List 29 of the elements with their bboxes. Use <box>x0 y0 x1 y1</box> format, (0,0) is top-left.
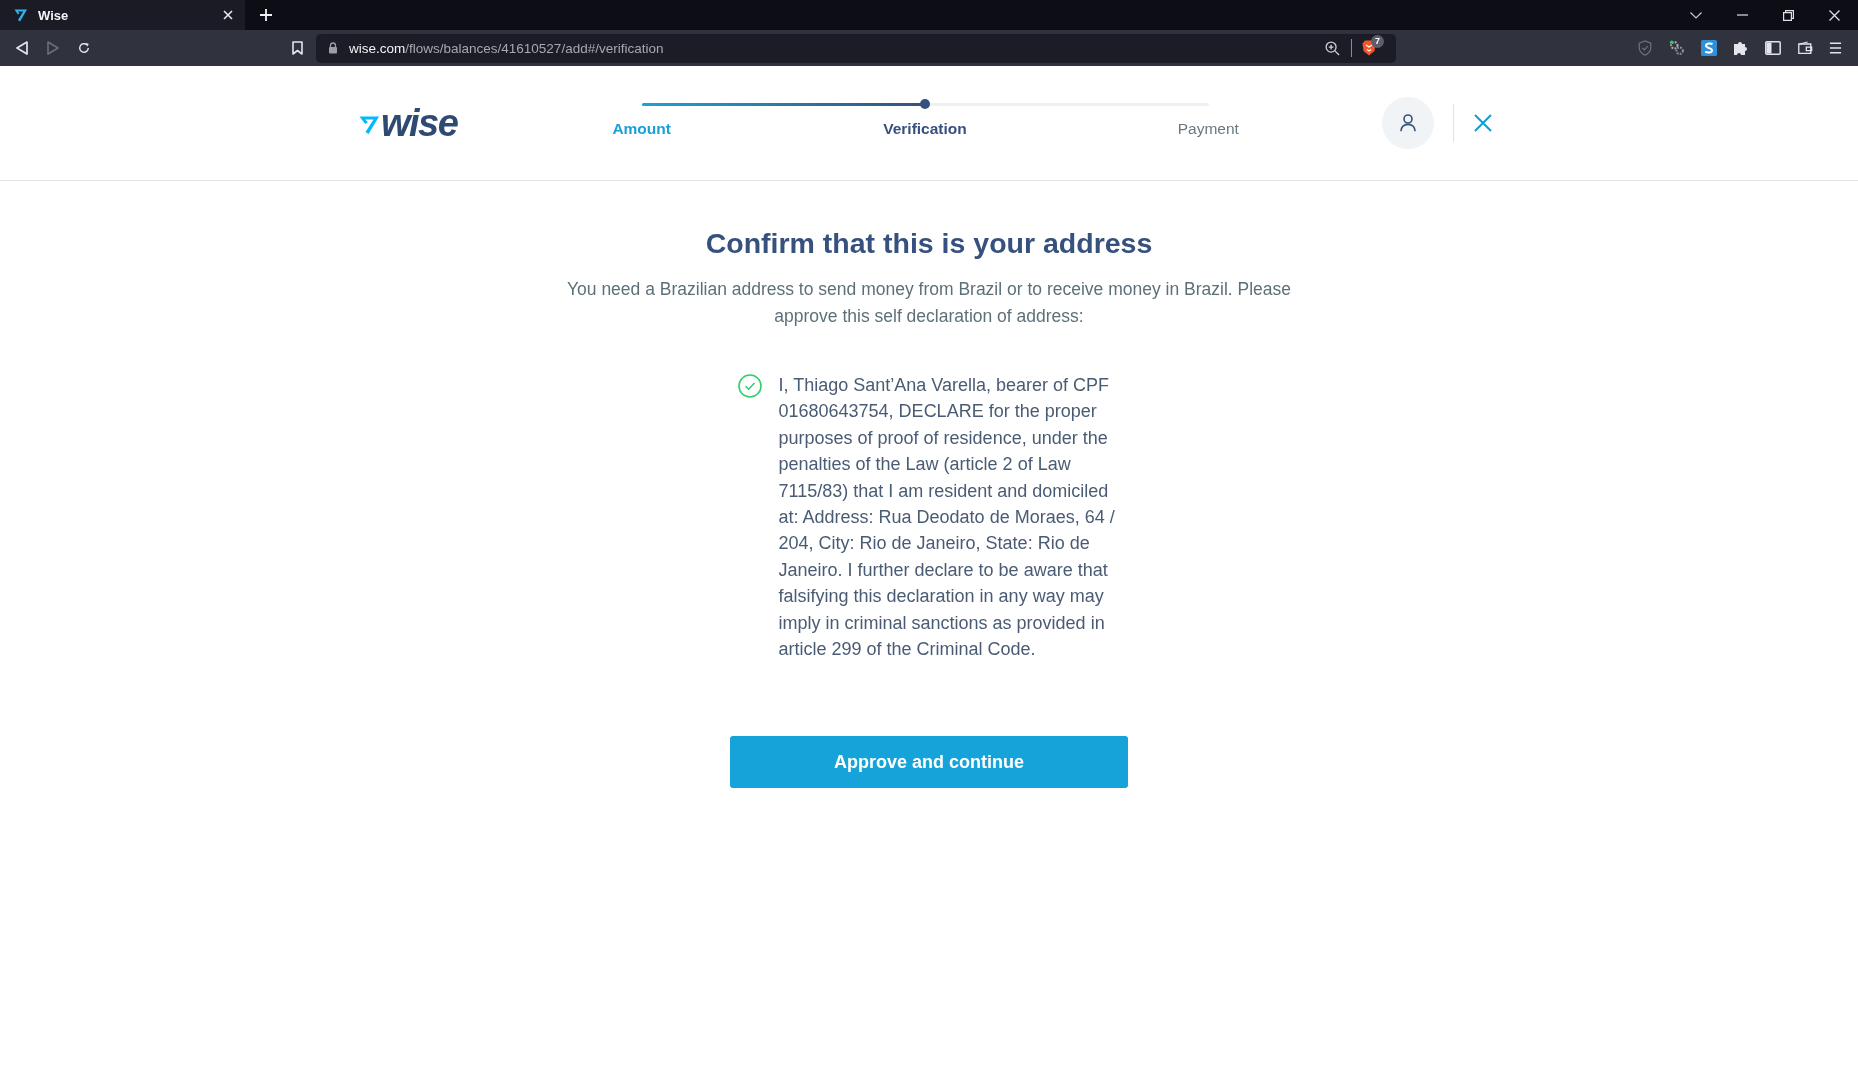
restore-icon[interactable] <box>1783 9 1794 21</box>
logo-icon <box>14 8 28 22</box>
browser-tab[interactable]: Wise <box>0 0 245 30</box>
reload-icon[interactable] <box>78 41 90 55</box>
sidebar-icon[interactable] <box>1765 40 1781 56</box>
menu-icon[interactable] <box>1829 42 1842 54</box>
wallet-icon[interactable] <box>1797 40 1813 56</box>
step-label: Verification <box>883 118 967 139</box>
person-icon <box>1400 114 1416 132</box>
count-badge: 7 <box>1371 35 1384 48</box>
address-bar[interactable]: wise.com/flows/balances/41610527/add#/verification 7 <box>316 33 1396 63</box>
puzzle-icon[interactable] <box>1733 40 1749 56</box>
plus-icon[interactable] <box>260 9 272 21</box>
logo-wordmark[interactable]: wise <box>381 104 458 142</box>
intro-text: You need a Brazilian address to send money from Brazil or to receive money in Brazil. Please approve this self declaration of address: <box>566 278 1292 328</box>
declaration-text: I, Thiago Sant’Ana Varella, bearer of CPF 01680643754, DECLARE for the proper purposes of proof of residence, under the penalties of the Law (article 2 of Law 7115/83) that I am resident and domiciled at: Address: Rua Deodato de Moraes, 64 / 204, City: Rio de Janeiro, State: Rio de Janeiro. I further declare to be aware that falsifying this declaration in any way may imply in criminal sanctions as provided in article 299 of the Criminal Code. <box>778 374 1116 662</box>
profile-button[interactable] <box>1382 97 1434 149</box>
shield-check-icon[interactable] <box>1637 40 1653 56</box>
step-label: Payment <box>1177 118 1239 139</box>
shields-button[interactable]: 7 <box>1362 38 1386 58</box>
bookmark-icon[interactable] <box>292 41 303 55</box>
chevron-down-icon[interactable] <box>1690 11 1702 19</box>
squiggle-tile-icon[interactable] <box>1701 40 1717 56</box>
zoom-in-icon[interactable] <box>1325 40 1340 56</box>
page-title: Confirm that this is your address <box>705 226 1153 261</box>
gears-icon[interactable] <box>1669 40 1685 56</box>
lock-icon <box>328 42 338 54</box>
logo-icon <box>359 114 380 135</box>
back-icon[interactable] <box>16 41 28 55</box>
